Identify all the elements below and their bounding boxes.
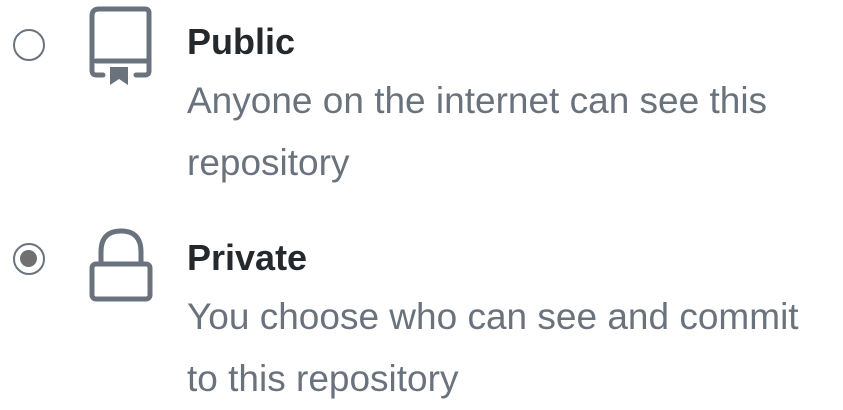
option-description: You choose who can see and commit to thi… xyxy=(187,296,799,399)
visibility-option-private[interactable]: Private You choose who can see and commi… xyxy=(0,212,843,399)
option-title: Private xyxy=(187,237,308,278)
lock-icon xyxy=(88,226,154,310)
private-radio[interactable] xyxy=(13,243,45,275)
repo-icon xyxy=(88,5,154,89)
visibility-option-public[interactable]: Public Anyone on the internet can see th… xyxy=(0,0,843,200)
public-radio[interactable] xyxy=(13,29,45,61)
option-title: Public xyxy=(187,21,296,62)
option-description: Anyone on the internet can see this repo… xyxy=(187,80,768,183)
